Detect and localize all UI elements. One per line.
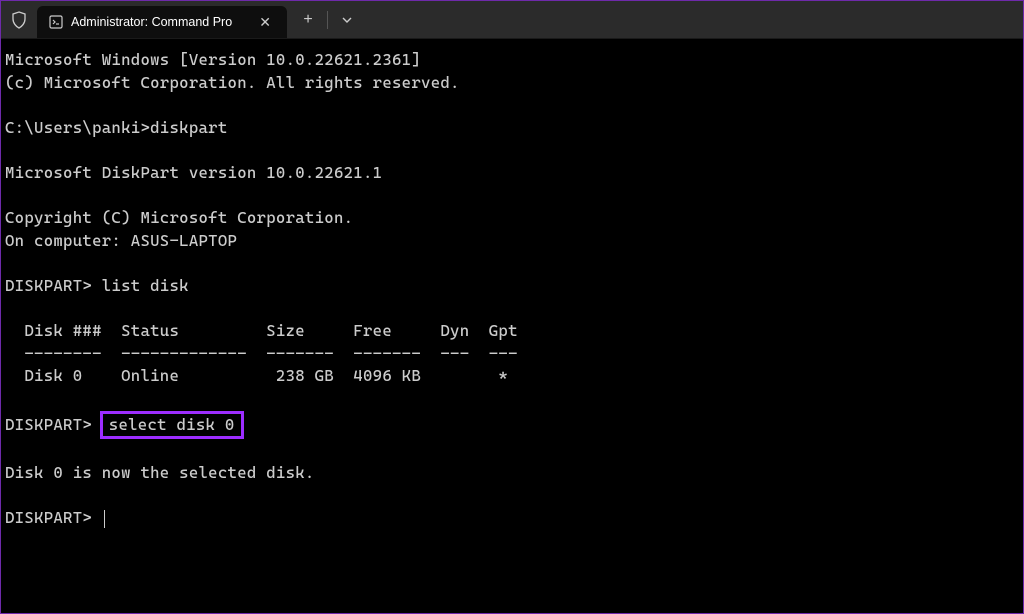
tab-title: Administrator: Command Pro [71,15,253,29]
prompt-diskpart: DISKPART> [5,415,92,434]
table-divider: -------- ------------- ------- ------- -… [5,344,518,363]
app-shield-icon [1,11,37,29]
terminal-output[interactable]: Microsoft Windows [Version 10.0.22621.23… [1,39,1023,539]
tab-dropdown-button[interactable] [330,4,364,36]
computer-name: On computer: ASUS-LAPTOP [5,231,237,250]
command-select-disk: select disk 0 [109,415,235,434]
copyright-line: (c) Microsoft Corporation. All rights re… [5,73,460,92]
prompt-diskpart: DISKPART> [5,276,102,295]
terminal-icon [49,15,63,29]
prompt-user: C:\Users\panki> [5,118,150,137]
tab-actions: + [291,1,364,38]
select-result: Disk 0 is now the selected disk. [5,463,315,482]
command-diskpart: diskpart [150,118,227,137]
diskpart-copyright: Copyright (C) Microsoft Corporation. [5,208,353,227]
highlighted-command: select disk 0 [100,411,244,440]
cursor [104,510,105,528]
tab-active[interactable]: Administrator: Command Pro ✕ [37,6,287,38]
titlebar: Administrator: Command Pro ✕ + [1,1,1023,39]
table-header: Disk ### Status Size Free Dyn Gpt [5,321,518,340]
version-line: Microsoft Windows [Version 10.0.22621.23… [5,50,421,69]
table-row: Disk 0 Online 238 GB 4096 KB * [5,366,508,385]
diskpart-version: Microsoft DiskPart version 10.0.22621.1 [5,163,382,182]
command-list-disk: list disk [102,276,189,295]
tab-close-button[interactable]: ✕ [253,12,277,33]
prompt-diskpart: DISKPART> [5,508,102,527]
new-tab-button[interactable]: + [291,4,325,36]
divider [327,11,328,29]
